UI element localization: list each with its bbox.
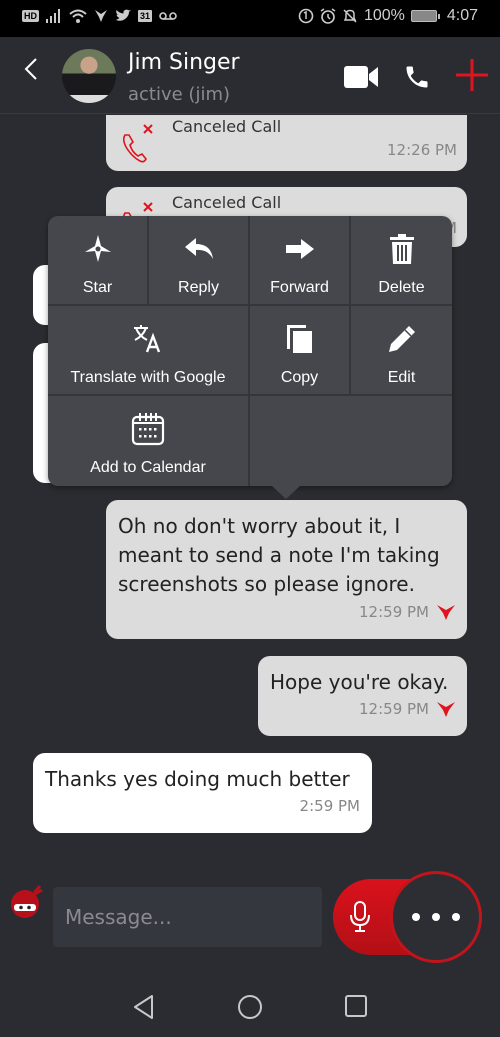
message-bubble-outgoing[interactable]: Hope you're okay. 12:59 PM [258, 656, 467, 736]
contact-status: active (jim) [128, 84, 231, 105]
voice-call-button[interactable] [403, 63, 431, 91]
alarm-icon [320, 8, 336, 24]
message-meta: 12:59 PM [118, 603, 455, 621]
pencil-icon [388, 326, 415, 352]
forward-icon [285, 239, 314, 259]
hd-icon: HD [22, 10, 39, 22]
microphone-icon [350, 901, 370, 932]
message-time: 12:59 PM [359, 700, 429, 718]
mute-icon [343, 9, 357, 23]
data-saver-icon [298, 8, 314, 24]
video-call-button[interactable] [344, 66, 380, 88]
message-text: Oh no don't worry about it, I meant to s… [118, 514, 440, 596]
menu-item-forward[interactable]: Forward [250, 216, 351, 306]
system-nav-bar [0, 970, 500, 1037]
calendar-notification-icon: 31 [138, 10, 153, 22]
message-input[interactable] [53, 887, 322, 947]
call-label: Canceled Call [172, 193, 282, 212]
message-composer [0, 865, 500, 970]
menu-item-delete[interactable]: Delete [351, 216, 452, 306]
nav-back-icon[interactable] [132, 994, 156, 1020]
menu-item-edit[interactable]: Edit [351, 306, 452, 396]
message-bubble-outgoing[interactable]: Oh no don't worry about it, I meant to s… [106, 500, 467, 639]
menu-item-reply[interactable]: Reply [149, 216, 250, 306]
dot-icon [432, 913, 440, 921]
trash-icon [389, 234, 414, 264]
message-meta: 12:59 PM [270, 700, 455, 718]
battery-percent: 100% [363, 7, 405, 24]
message-bubble-incoming[interactable]: Thanks yes doing much better 2:59 PM [33, 753, 372, 833]
chat-header: Jim Singer active (jim) [0, 37, 500, 114]
ninja-avatar-icon[interactable] [10, 885, 44, 919]
nav-recents-icon[interactable] [344, 994, 368, 1018]
contact-name[interactable]: Jim Singer [128, 50, 240, 75]
app-notification-icon [95, 10, 107, 22]
clock: 4:07 [446, 7, 478, 24]
nav-home-icon[interactable] [237, 994, 263, 1020]
message-time: 12:26 PM [387, 141, 457, 159]
status-bar: HD 31 100% 4:07 [0, 0, 500, 37]
message-text: Thanks yes doing much better [45, 767, 350, 791]
menu-item-star[interactable]: Star [48, 216, 149, 306]
message-meta: 2:59 PM [45, 797, 360, 815]
wifi-icon [69, 9, 87, 23]
menu-item-translate[interactable]: Translate with Google [48, 306, 250, 396]
menu-item-add-to-calendar[interactable]: Add to Calendar [48, 396, 250, 486]
dot-icon [412, 913, 420, 921]
translate-icon [134, 325, 161, 353]
message-time: 2:59 PM [299, 797, 360, 815]
menu-item-copy[interactable]: Copy [250, 306, 351, 396]
menu-empty-cell [250, 396, 452, 486]
star-icon [84, 235, 111, 262]
reply-icon [184, 238, 213, 259]
battery-icon [410, 10, 440, 22]
call-label: Canceled Call [172, 117, 282, 136]
more-options-button[interactable] [390, 871, 482, 963]
message-time: 12:59 PM [359, 603, 429, 621]
signal-icon [46, 9, 60, 23]
dot-icon [452, 913, 460, 921]
message-context-menu: Star Reply Forward Delete Translate with… [48, 216, 452, 499]
voicemail-icon [159, 12, 177, 20]
canceled-call-icon [122, 124, 153, 163]
sent-status-icon [437, 605, 455, 620]
call-log-bubble[interactable]: Canceled Call 12:26 PM [106, 115, 467, 171]
message-text: Hope you're okay. [270, 670, 449, 694]
twitter-icon [116, 9, 131, 21]
calendar-icon [131, 413, 165, 446]
copy-icon [286, 325, 312, 353]
add-button[interactable] [454, 57, 490, 93]
sent-status-icon [437, 702, 455, 717]
contact-avatar[interactable] [62, 49, 116, 103]
back-button[interactable] [18, 55, 46, 83]
